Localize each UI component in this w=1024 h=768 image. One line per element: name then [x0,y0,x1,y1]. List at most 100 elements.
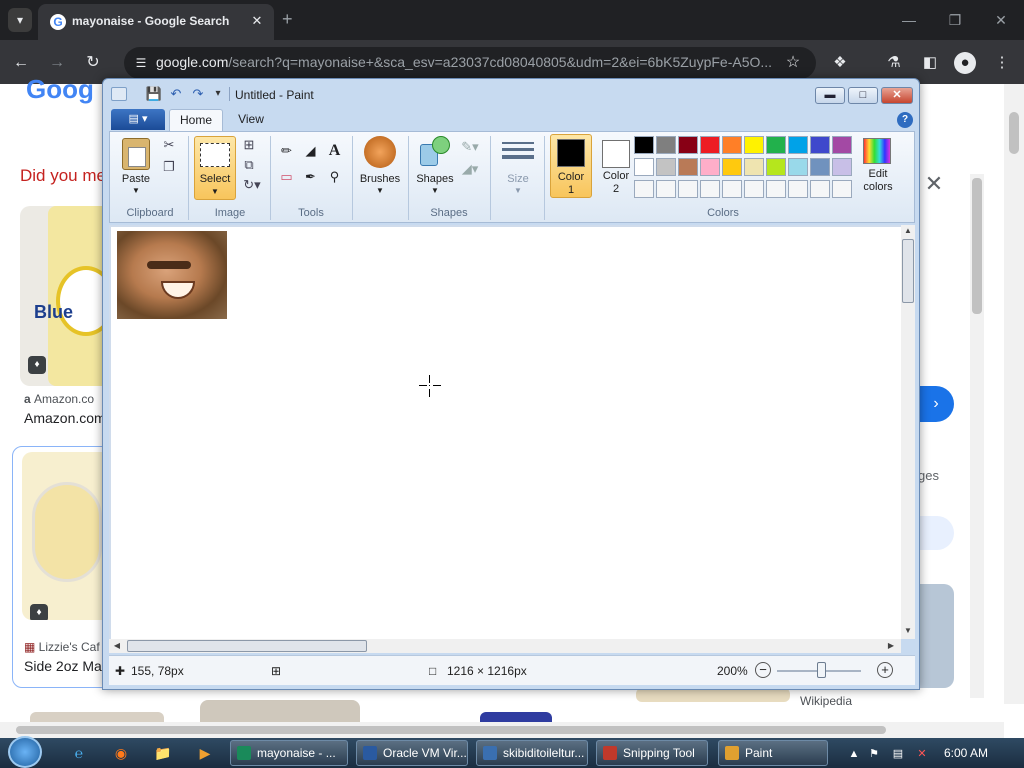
taskbar-button[interactable]: Snipping Tool [596,740,708,766]
scroll-down-icon[interactable]: ▼ [902,625,914,637]
google-logo[interactable]: Goog [26,74,94,105]
taskbar-clock[interactable]: 6:00 AM [944,746,988,760]
internet-explorer-icon[interactable]: ℮ [68,742,90,764]
window-close-icon[interactable]: ✕ [986,8,1016,32]
help-icon[interactable]: ? [897,112,913,128]
zoom-slider-thumb[interactable] [817,662,826,678]
palette-swatch[interactable] [656,136,676,154]
taskbar-button[interactable]: mayonaise - ... [230,740,348,766]
thumbnail-strip[interactable] [636,688,790,702]
side-panel-icon[interactable]: ◧ [918,51,942,75]
cut-icon[interactable]: ✂ [160,136,178,154]
close-panel-icon[interactable]: ✕ [922,172,946,196]
palette-swatch[interactable] [766,136,786,154]
network-icon[interactable]: ▤ [890,746,906,762]
scroll-left-icon[interactable]: ◀ [111,640,123,652]
copy-icon[interactable]: ❐ [160,158,178,176]
menu-kebab-icon[interactable]: ⋮ [990,51,1014,75]
palette-swatch[interactable] [810,180,830,198]
palette-swatch[interactable] [788,158,808,176]
palette-swatch[interactable] [810,136,830,154]
palette-swatch[interactable] [744,158,764,176]
palette-swatch[interactable] [634,136,654,154]
action-pill-button[interactable] [918,516,954,550]
related-image-thumbnail[interactable] [918,584,954,688]
fill-bucket-icon[interactable]: ◢ [300,140,321,161]
firefox-icon[interactable]: ◉ [110,742,132,764]
volume-muted-icon[interactable]: ✕ [914,746,930,762]
page-vertical-scrollbar-thumb[interactable] [1009,112,1019,154]
palette-swatch[interactable] [832,158,852,176]
site-info-icon[interactable]: ☰ [132,54,150,72]
tab-view[interactable]: View [229,109,273,131]
rotate-icon[interactable]: ↻▾ [240,176,264,194]
magnifier-icon[interactable]: ⚲ [324,166,345,187]
palette-swatch[interactable] [722,136,742,154]
palette-swatch[interactable] [788,180,808,198]
color1-button[interactable]: Color 1 [550,134,592,198]
shapes-icon[interactable] [420,136,450,168]
bookmark-star-icon[interactable]: ☆ [782,52,804,74]
labs-flask-icon[interactable]: ⚗ [882,51,906,75]
brushes-dropdown-icon[interactable]: ▼ [354,186,406,195]
new-tab-icon[interactable]: + [282,10,293,28]
images-link-text[interactable]: ges [918,468,939,483]
palette-swatch[interactable] [656,180,676,198]
palette-swatch[interactable] [634,180,654,198]
palette-swatch[interactable] [810,158,830,176]
palette-swatch[interactable] [678,136,698,154]
taskbar-button[interactable]: Paint [718,740,828,766]
palette-swatch[interactable] [656,158,676,176]
did-you-mean-text[interactable]: Did you me [20,166,106,186]
shapes-dropdown-icon[interactable]: ▼ [410,186,460,195]
pasted-laughing-face-image[interactable] [117,231,227,319]
reload-icon[interactable]: ↻ [82,52,104,74]
clipboard-paste-icon[interactable] [122,138,150,170]
wiki-source[interactable]: Wikipedia [800,694,852,708]
redo-icon[interactable]: ↷ [189,86,207,102]
page-horizontal-scrollbar-thumb[interactable] [16,726,886,734]
color2-label[interactable]: Color 2 [594,170,638,196]
browser-tab[interactable]: G mayonaise - Google Search ✕ [38,4,274,40]
paint-minimize-icon[interactable]: ▬ [815,87,845,104]
palette-swatch[interactable] [700,136,720,154]
color-picker-icon[interactable]: ✒ [300,166,321,187]
palette-swatch[interactable] [744,180,764,198]
palette-swatch[interactable] [634,158,654,176]
pencil-icon[interactable]: ✏ [276,140,297,161]
taskbar-button[interactable]: Oracle VM Vir... [356,740,468,766]
save-icon[interactable]: 💾 [145,86,163,102]
eraser-icon[interactable]: ▭ [276,166,297,187]
zoom-out-icon[interactable]: − [755,662,771,678]
brushes-icon[interactable] [364,136,396,168]
paste-button-label[interactable]: Paste [118,173,154,185]
undo-icon[interactable]: ↶ [167,86,185,102]
palette-swatch[interactable] [678,180,698,198]
crop-icon[interactable]: ⊞ [240,136,258,154]
result-image-mayo-cup[interactable]: ♦ [22,452,112,620]
edit-colors-button[interactable]: Edit colors [858,134,898,200]
palette-swatch[interactable] [700,180,720,198]
paste-dropdown-icon[interactable]: ▼ [118,186,154,195]
canvas-horizontal-scroll-thumb[interactable] [127,640,367,652]
paint-app-icon[interactable] [111,87,127,101]
result-title[interactable]: Side 2oz Ma [24,658,102,674]
palette-swatch[interactable] [678,158,698,176]
palette-swatch[interactable] [744,136,764,154]
tab-search-button[interactable]: ▾ [8,8,32,32]
palette-swatch[interactable] [832,136,852,154]
result-source[interactable]: ▦ Lizzie's Caf [24,640,100,654]
color2-swatch[interactable] [602,140,630,168]
paint-file-menu-button[interactable]: ▤ ▾ [111,109,165,130]
drawing-canvas[interactable] [111,227,901,639]
select-button[interactable]: Select ▼ [194,136,236,200]
paint-title-bar[interactable]: 💾 ↶ ↷ ▾ Untitled - Paint ▬ □ ✕ [103,79,919,109]
next-arrow-button[interactable]: › [918,386,954,422]
text-tool-icon[interactable]: A [324,140,345,161]
result-source[interactable]: a Amazon.co [24,392,94,406]
palette-swatch[interactable] [722,180,742,198]
result-image-mayo-jar[interactable]: Blue ♦ [20,206,112,386]
panel-scrollbar-thumb[interactable] [972,178,982,314]
palette-swatch[interactable] [766,180,786,198]
taskbar-button[interactable]: skibiditoileltur... [476,740,588,766]
